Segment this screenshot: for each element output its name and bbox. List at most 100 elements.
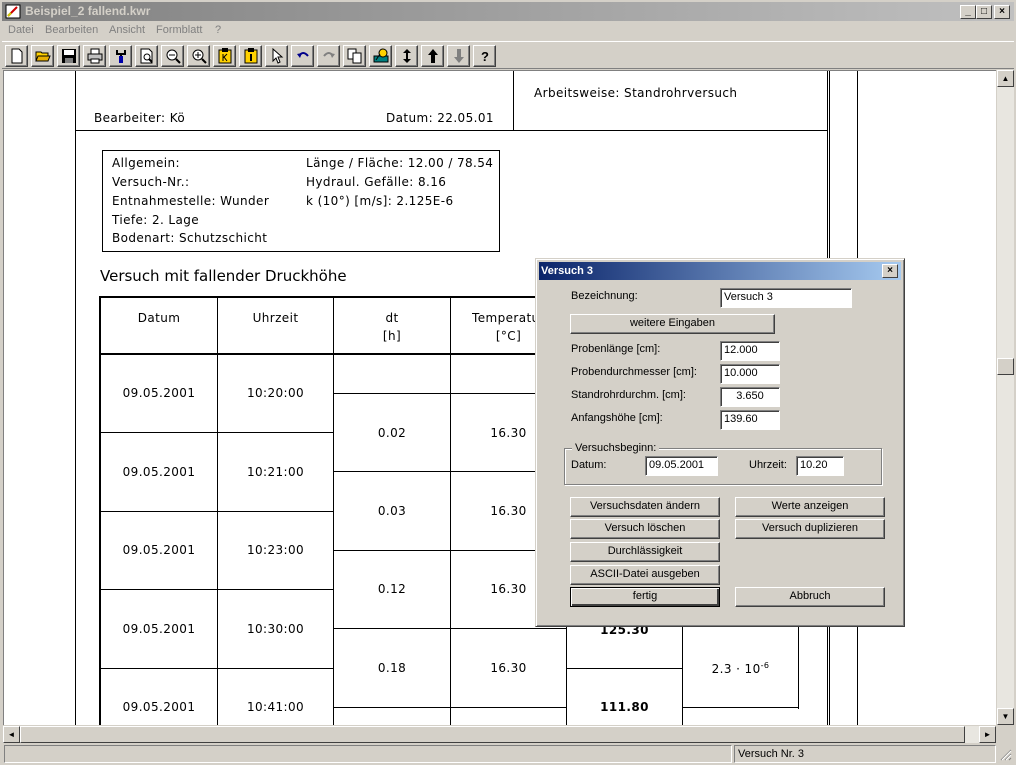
scroll-down-button[interactable]: ▼ <box>997 708 1014 725</box>
versuch-dialog: Versuch 3 × Bezeichnung: Versuch 3 weite… <box>535 258 905 627</box>
abbruch-button[interactable]: Abbruch <box>735 587 885 607</box>
versuchsbeginn-title: Versuchsbeginn: <box>572 442 660 454</box>
status-bar: Versuch Nr. 3 <box>2 744 1014 764</box>
menu-ansicht[interactable]: Ansicht <box>109 24 145 36</box>
print-icon <box>87 48 103 64</box>
horizontal-scrollbar[interactable]: ◄ ► <box>3 726 996 743</box>
info-laenge: Länge / Fläche: 12.00 / 78.54 <box>306 156 494 170</box>
datum-input[interactable]: 09.05.2001 <box>645 456 718 476</box>
scroll-right-button[interactable]: ► <box>979 726 996 743</box>
new-button[interactable] <box>5 45 28 67</box>
zoom-out-button[interactable] <box>161 45 184 67</box>
table-col-line-6 <box>798 626 799 709</box>
resize-grip-icon[interactable] <box>998 747 1012 761</box>
versuch-loeschen-button[interactable]: Versuch löschen <box>570 519 720 539</box>
page-l-button[interactable] <box>239 45 262 67</box>
toolbar: ? <box>2 41 1014 69</box>
cell-dt-1: 0.02 <box>377 426 407 440</box>
row-line-3 <box>99 589 333 590</box>
menu-bearbeiten[interactable]: Bearbeiten <box>45 24 98 36</box>
vertical-scrollbar[interactable]: ▲ ▼ <box>997 70 1014 725</box>
datum-label: Datum: <box>571 459 607 471</box>
print-button[interactable] <box>83 45 106 67</box>
probenlaenge-input[interactable]: 12.000 <box>720 341 780 361</box>
pointer-button[interactable] <box>265 45 288 67</box>
maximize-button[interactable]: □ <box>976 5 992 19</box>
arrow-up-icon <box>428 49 438 63</box>
cell-datum-2: 09.05.2001 <box>122 465 196 479</box>
application-window: Beispiel_2 fallend.kwr _ □ × Datei Bearb… <box>0 0 1016 765</box>
weitere-eingaben-button[interactable]: weitere Eingaben <box>570 314 775 334</box>
hoehe-line <box>566 668 682 669</box>
title-bar: Beispiel_2 fallend.kwr _ □ × <box>2 2 1014 21</box>
arrow-down-icon <box>454 49 464 63</box>
info-k-wert: k (10°) [m/s]: 2.125E-6 <box>306 194 454 208</box>
header-bottom-line <box>75 130 828 131</box>
preview-button[interactable] <box>135 45 158 67</box>
open-icon <box>35 51 51 62</box>
chart-button[interactable] <box>369 45 392 67</box>
status-pane-versuch: Versuch Nr. 3 <box>734 745 996 763</box>
vertical-scroll-thumb[interactable] <box>997 358 1014 375</box>
cell-datum-5: 09.05.2001 <box>122 700 196 714</box>
redo-button[interactable] <box>317 45 340 67</box>
zoom-out-icon <box>166 49 181 64</box>
preview-icon <box>140 48 153 64</box>
resize-vertical-icon <box>403 49 411 63</box>
menu-help[interactable]: ? <box>215 24 221 36</box>
app-icon <box>5 4 21 19</box>
uhrzeit-input[interactable]: 10.20 <box>796 456 844 476</box>
horizontal-scroll-thumb[interactable] <box>20 726 965 743</box>
help-icon: ? <box>481 49 489 64</box>
arrow-up-button[interactable] <box>421 45 444 67</box>
menu-bar: Datei Bearbeiten Ansicht Formblatt ? <box>2 22 1014 40</box>
arrow-down-button[interactable] <box>447 45 470 67</box>
row-line-1 <box>99 432 333 433</box>
close-button[interactable]: × <box>994 5 1010 19</box>
info-allgemein: Allgemein: <box>112 156 180 170</box>
k-value-base: 2.3 · 10 <box>711 662 761 676</box>
tool-button[interactable] <box>109 45 132 67</box>
pointer-icon <box>272 48 284 64</box>
row-line-4 <box>99 668 333 669</box>
interval-line-4 <box>333 628 566 629</box>
anfangshoehe-input[interactable]: 139.60 <box>720 410 780 430</box>
resize-vertical-button[interactable] <box>395 45 418 67</box>
header-divider <box>513 71 514 131</box>
minimize-button[interactable]: _ <box>960 5 976 19</box>
probendurchmesser-input[interactable]: 10.000 <box>720 364 780 384</box>
table-title: Versuch mit fallender Druckhöhe <box>100 267 347 285</box>
dialog-close-button[interactable]: × <box>882 264 898 278</box>
versuch-duplizieren-button[interactable]: Versuch duplizieren <box>735 519 885 539</box>
open-button[interactable] <box>31 45 54 67</box>
info-versuch-nr: Versuch-Nr.: <box>112 175 190 189</box>
menu-formblatt[interactable]: Formblatt <box>156 24 202 36</box>
versuchsdaten-aendern-button[interactable]: Versuchsdaten ändern <box>570 497 720 517</box>
info-entnahmestelle: Entnahmestelle: Wunder <box>112 194 270 208</box>
interval-line-5 <box>333 707 566 708</box>
scroll-left-button[interactable]: ◄ <box>3 726 20 743</box>
undo-button[interactable] <box>291 45 314 67</box>
ascii-datei-button[interactable]: ASCII-Datei ausgeben <box>570 565 720 585</box>
dialog-title: Versuch 3 <box>541 265 593 277</box>
cell-dt-4: 0.18 <box>377 661 407 675</box>
durchlaessigkeit-button[interactable]: Durchlässigkeit <box>570 542 720 562</box>
fertig-button[interactable]: fertig <box>570 587 720 607</box>
cell-uhrzeit-1: 10:20:00 <box>246 386 305 400</box>
save-button[interactable] <box>57 45 80 67</box>
bearbeiter-text: Bearbeiter: Kö <box>94 111 186 125</box>
dialog-title-bar: Versuch 3 × <box>539 262 901 280</box>
menu-datei[interactable]: Datei <box>8 24 34 36</box>
copy-button[interactable] <box>343 45 366 67</box>
help-button[interactable]: ? <box>473 45 496 67</box>
scroll-up-button[interactable]: ▲ <box>997 70 1014 87</box>
bezeichnung-input[interactable]: Versuch 3 <box>720 288 852 308</box>
standrohrdurchm-input[interactable]: 3.650 <box>720 387 780 407</box>
zoom-in-button[interactable] <box>187 45 210 67</box>
window-title: Beispiel_2 fallend.kwr <box>25 4 151 18</box>
header-dt: dt <box>385 311 399 325</box>
page-k-icon <box>218 48 232 64</box>
page-k-button[interactable] <box>213 45 236 67</box>
werte-anzeigen-button[interactable]: Werte anzeigen <box>735 497 885 517</box>
info-tiefe: Tiefe: 2. Lage <box>112 213 200 227</box>
